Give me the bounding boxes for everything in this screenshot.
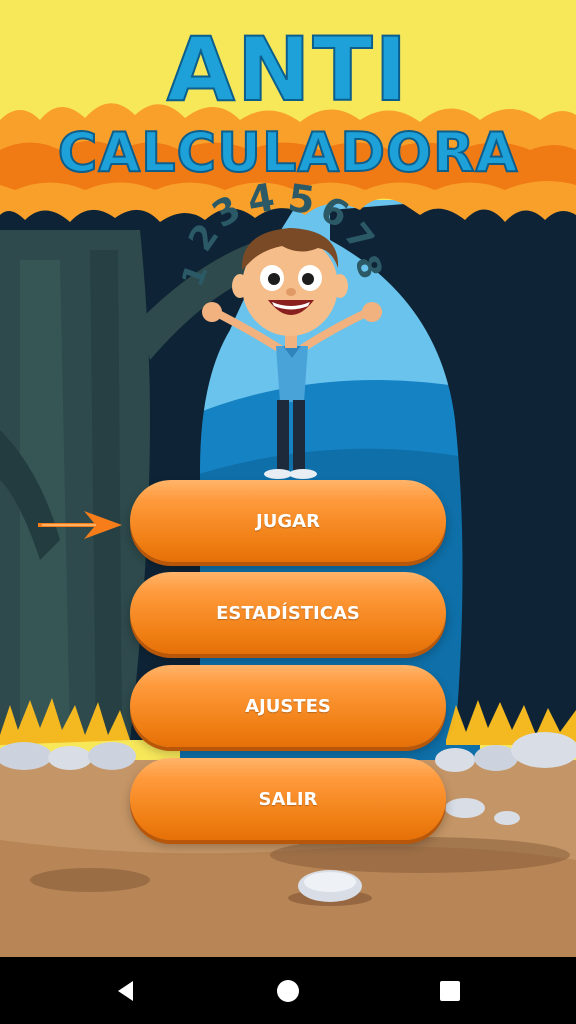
estadisticas-button[interactable]: ESTADÍSTICAS bbox=[130, 572, 446, 654]
jugar-button[interactable]: JUGAR bbox=[130, 480, 446, 562]
nav-back-button[interactable] bbox=[96, 957, 156, 1024]
nav-recent-button[interactable] bbox=[420, 957, 480, 1024]
nav-home-button[interactable] bbox=[258, 957, 318, 1024]
ajustes-button[interactable]: AJUSTES bbox=[130, 665, 446, 747]
android-navigation-bar bbox=[0, 957, 576, 1024]
recent-square-icon bbox=[440, 980, 460, 1001]
app-title-line2: CALCULADORA bbox=[57, 121, 519, 185]
salir-button[interactable]: SALIR bbox=[130, 758, 446, 840]
arrow-right-icon bbox=[38, 511, 122, 539]
home-circle-icon bbox=[277, 979, 299, 1002]
back-triangle-icon bbox=[118, 980, 133, 1001]
app-title-line1: ANTI bbox=[166, 18, 410, 121]
